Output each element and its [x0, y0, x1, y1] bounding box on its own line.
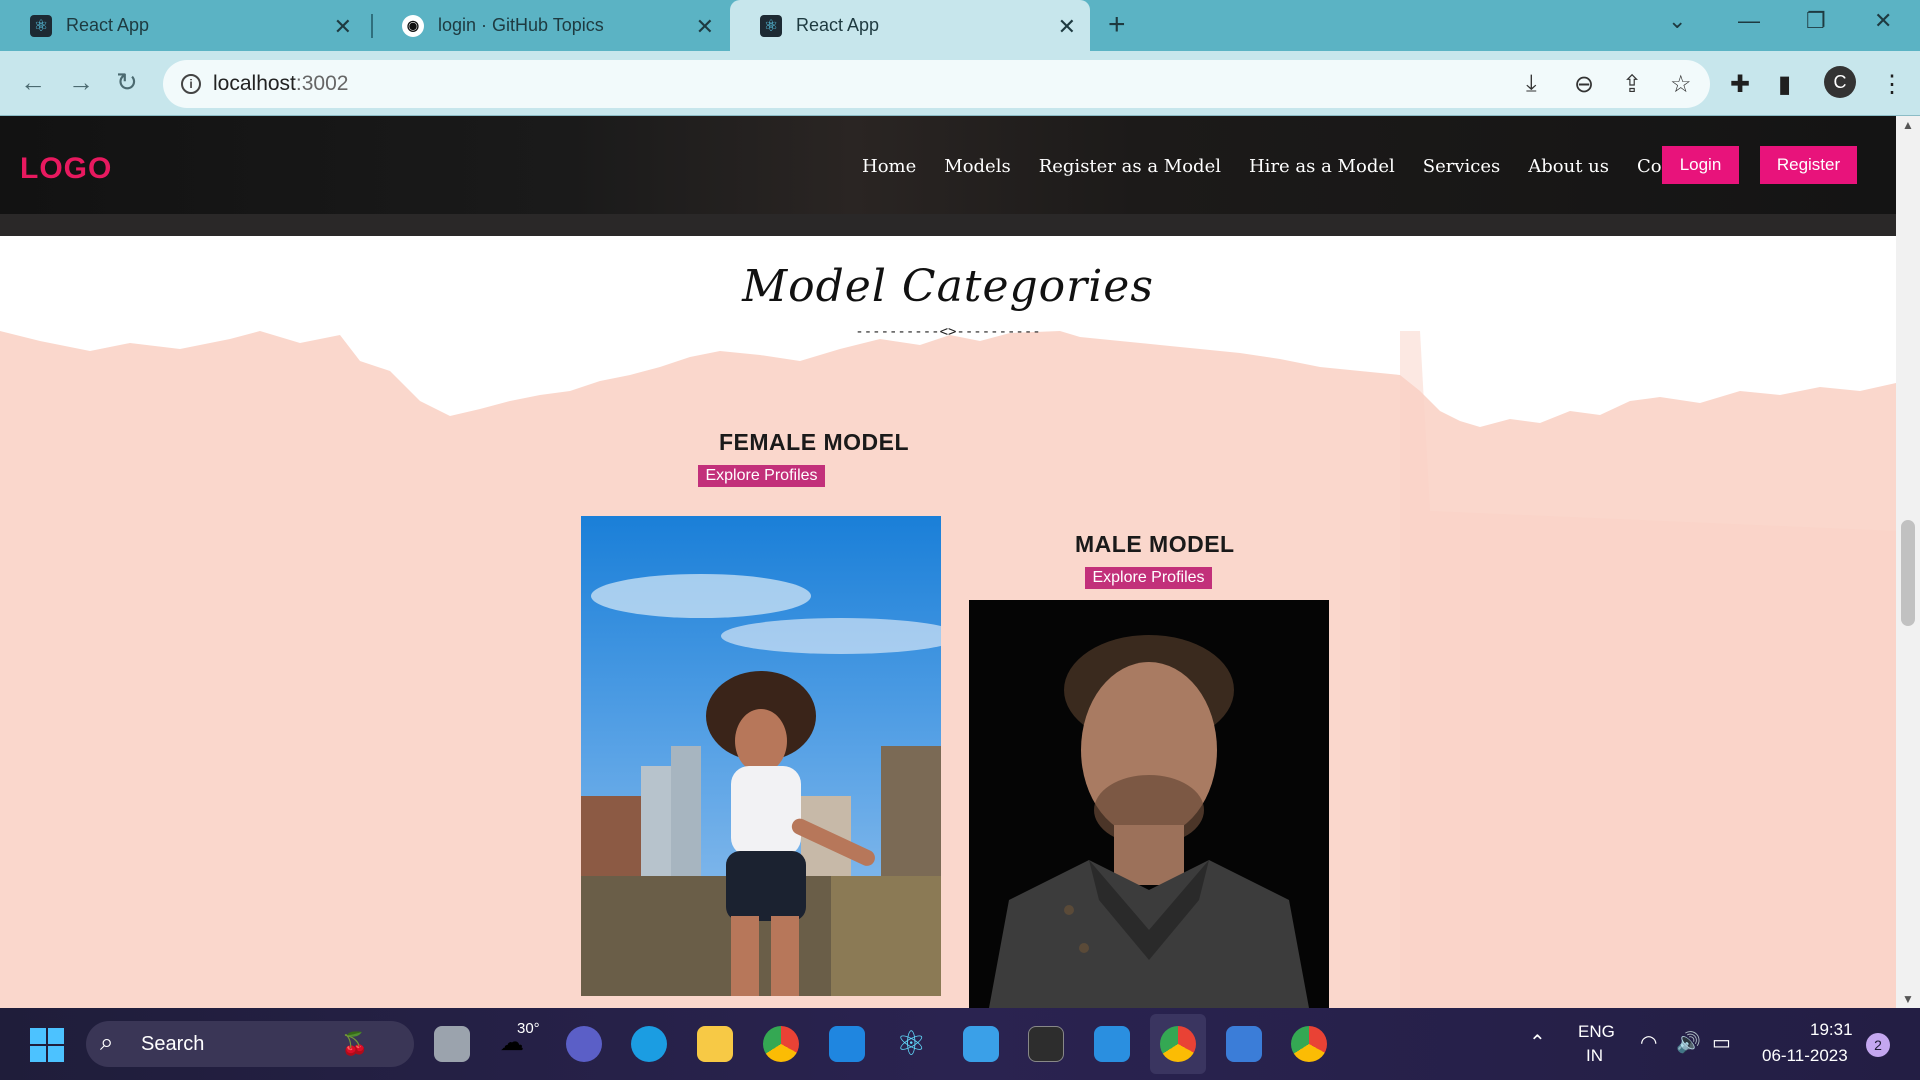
chrome-icon[interactable] — [763, 1026, 799, 1062]
search-label: Search — [141, 1033, 205, 1055]
github-icon: ◉ — [402, 14, 424, 37]
browser-tab-bar: ⚛ React App ✕ ◉ login · GitHub Topics ✕ … — [0, 0, 1920, 51]
nav-services[interactable]: Services — [1423, 156, 1500, 177]
share-icon[interactable]: ⇪ — [1622, 70, 1642, 99]
tab-react-app-1[interactable]: ⚛ React App ✕ — [0, 0, 366, 51]
explore-female-button[interactable]: Explore Profiles — [698, 465, 825, 487]
section-title: Model Categories — [742, 261, 1154, 312]
nav-about-us[interactable]: About us — [1528, 156, 1609, 177]
tab-title: React App — [66, 15, 150, 35]
windows-taskbar: ⌕ Search 🍒 ☁ 30° ⚛ ⌃ ENG IN ◠ 🔊 ▭ 19:31 … — [0, 1008, 1920, 1080]
nav-home[interactable]: Home — [862, 156, 916, 177]
tab-title: React App — [796, 15, 880, 35]
site-header: LOGO Home Models Register as a Model Hir… — [0, 116, 1896, 236]
close-icon[interactable]: ✕ — [696, 14, 714, 40]
install-app-icon[interactable]: ⤓ — [1526, 70, 1537, 98]
notepad-icon[interactable] — [963, 1026, 999, 1062]
zoom-out-icon[interactable]: ⊖ — [1574, 70, 1594, 99]
nav-models[interactable]: Models — [944, 156, 1010, 177]
chrome-profile-o-icon[interactable] — [1291, 1026, 1327, 1062]
forward-arrow-icon[interactable]: → — [68, 67, 94, 98]
notification-count-badge[interactable]: 2 — [1866, 1033, 1890, 1057]
url-text[interactable]: localhost:3002 — [213, 72, 348, 96]
profile-avatar[interactable]: C — [1824, 66, 1856, 98]
site-info-icon[interactable]: i — [181, 74, 201, 94]
chrome-profile-c-icon[interactable] — [1160, 1026, 1196, 1062]
language-in[interactable]: IN — [1586, 1046, 1603, 1066]
tab-github-topics[interactable]: ◉ login · GitHub Topics ✕ — [372, 0, 728, 51]
clock-date[interactable]: 06-11-2023 — [1762, 1046, 1848, 1066]
page-viewport: LOGO Home Models Register as a Model Hir… — [0, 116, 1896, 1008]
explore-male-button[interactable]: Explore Profiles — [1085, 567, 1212, 589]
page-scrollbar[interactable]: ▲ ▼ — [1896, 116, 1920, 1008]
tab-search-chevron-icon[interactable]: ⌄ — [1668, 8, 1686, 34]
terminal-icon[interactable] — [1028, 1026, 1064, 1062]
new-tab-icon[interactable]: + — [1108, 8, 1126, 42]
address-toolbar: ← → ↻ i localhost:3002 ⤓ ⊖ ⇪ ☆ — [0, 51, 1920, 116]
tab-react-app-active[interactable]: ⚛ React App ✕ — [730, 0, 1090, 51]
react-icon: ⚛ — [30, 14, 52, 37]
back-arrow-icon[interactable]: ← — [20, 67, 46, 98]
address-bar[interactable]: i localhost:3002 ⤓ ⊖ ⇪ ☆ — [163, 60, 1710, 108]
react-icon: ⚛ — [760, 14, 782, 37]
restore-icon[interactable]: ❐ — [1806, 8, 1826, 34]
bookmark-star-icon[interactable]: ☆ — [1670, 70, 1692, 99]
file-explorer-icon[interactable] — [697, 1026, 733, 1062]
site-logo[interactable]: LOGO — [20, 152, 112, 186]
category-title-male: MALE MODEL — [1075, 531, 1235, 557]
edge-browser-icon[interactable] — [631, 1026, 667, 1062]
show-hidden-icons-chevron-icon[interactable]: ⌃ — [1529, 1030, 1546, 1055]
male-model-photo[interactable] — [969, 600, 1329, 1008]
header-strip — [0, 214, 1896, 236]
category-title-female: FEMALE MODEL — [719, 429, 909, 455]
teams-chat-icon[interactable] — [566, 1026, 602, 1062]
scroll-down-arrow-icon[interactable]: ▼ — [1902, 992, 1914, 1006]
language-eng[interactable]: ENG — [1578, 1022, 1615, 1042]
mail-icon[interactable] — [829, 1026, 865, 1062]
window-close-icon[interactable]: ✕ — [1874, 8, 1892, 34]
wifi-icon[interactable]: ◠ — [1640, 1030, 1657, 1055]
battery-icon[interactable]: ▭ — [1712, 1030, 1731, 1055]
pink-torn-paper-background — [0, 331, 1896, 1008]
female-model-photo[interactable] — [581, 516, 941, 996]
scrollbar-thumb[interactable] — [1901, 520, 1915, 626]
side-panel-icon[interactable]: ▮ — [1778, 70, 1791, 99]
title-divider: ----------<>---------- — [855, 324, 1041, 340]
weather-temp: 30° — [517, 1020, 540, 1037]
login-button[interactable]: Login — [1662, 146, 1739, 184]
extensions-puzzle-icon[interactable]: ✚ — [1730, 70, 1750, 99]
search-highlight-icon: 🍒 — [341, 1031, 369, 1056]
close-icon[interactable]: ✕ — [1058, 14, 1076, 40]
scroll-up-arrow-icon[interactable]: ▲ — [1902, 118, 1914, 132]
taskbar-search-box[interactable]: ⌕ Search 🍒 — [86, 1021, 414, 1067]
search-icon: ⌕ — [100, 1029, 114, 1056]
close-icon[interactable]: ✕ — [334, 14, 352, 40]
minimize-icon[interactable]: — — [1738, 8, 1760, 34]
task-view-icon[interactable] — [434, 1026, 470, 1062]
vscode-icon[interactable] — [1094, 1026, 1130, 1062]
nav-register-as-model[interactable]: Register as a Model — [1039, 156, 1221, 177]
windows-start-icon[interactable] — [30, 1028, 64, 1062]
reload-icon[interactable]: ↻ — [116, 67, 138, 98]
tab-title: login · GitHub Topics — [438, 15, 604, 35]
nav-hire-as-model[interactable]: Hire as a Model — [1249, 156, 1395, 177]
clock-time[interactable]: 19:31 — [1810, 1020, 1853, 1040]
photos-icon[interactable] — [1226, 1026, 1262, 1062]
register-button[interactable]: Register — [1760, 146, 1857, 184]
browser-menu-icon[interactable]: ⋮ — [1880, 70, 1904, 99]
volume-icon[interactable]: 🔊 — [1676, 1030, 1701, 1055]
electron-app-icon[interactable]: ⚛ — [896, 1024, 926, 1064]
main-navigation: Home Models Register as a Model Hire as … — [862, 156, 1763, 177]
